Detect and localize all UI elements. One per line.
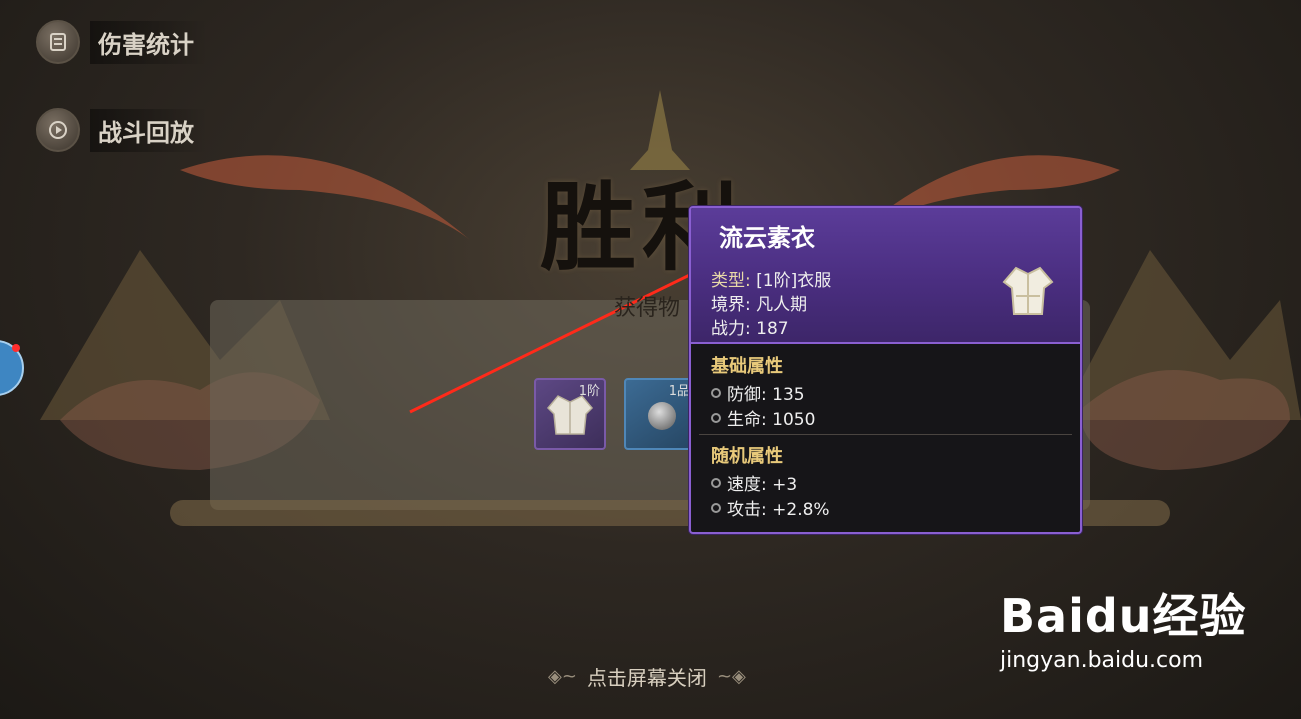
damage-stats-label: 伤害统计 <box>90 20 208 64</box>
replay-icon <box>36 108 80 152</box>
ornament-left-icon: ◈~ <box>548 666 577 687</box>
item-realm-row: 境界: 凡人期 <box>711 290 807 315</box>
item-tooltip: 流云素衣 类型: [1阶]衣服 境界: 凡人期 战力: 187 基础属性 防御: <box>689 206 1082 534</box>
close-screen-hint[interactable]: ◈~ 点击屏幕关闭 ~◈ <box>548 662 746 691</box>
random-attribute: 速度: +3 <box>711 470 797 495</box>
ornament-right-icon: ~◈ <box>716 666 746 687</box>
base-attribute-text: 防御: 135 <box>727 385 805 405</box>
tooltip-header: 流云素衣 类型: [1阶]衣服 境界: 凡人期 战力: 187 <box>691 208 1080 344</box>
reward-item-robe[interactable]: 1阶 <box>534 378 606 450</box>
baidu-watermark: Baidu经验 jingyan.baidu.com <box>1000 580 1247 673</box>
base-attributes-title: 基础属性 <box>711 356 783 377</box>
item-power-value: 187 <box>756 319 789 339</box>
watermark-brand: Baidu经验 <box>1000 589 1247 643</box>
section-divider <box>699 434 1072 435</box>
item-grade-tag: 1品 <box>668 384 690 399</box>
base-attribute: 生命: 1050 <box>711 405 815 430</box>
battle-replay-button[interactable]: 战斗回放 <box>36 108 208 152</box>
random-attribute-text: 速度: +3 <box>727 475 798 495</box>
watermark-url: jingyan.baidu.com <box>1000 648 1204 673</box>
item-type-row: 类型: [1阶]衣服 <box>711 266 831 291</box>
random-attribute: 攻击: +2.8% <box>711 495 830 520</box>
orb-icon <box>648 402 676 430</box>
bullet-icon <box>711 412 721 423</box>
item-type-key: 类型: <box>711 271 751 291</box>
left-ribbon <box>180 155 470 240</box>
close-hint-label: 点击屏幕关闭 <box>586 666 707 690</box>
damage-stats-button[interactable]: 伤害统计 <box>36 20 208 64</box>
bullet-icon <box>711 502 721 513</box>
item-realm-key: 境界: <box>711 295 751 315</box>
item-realm-value: 凡人期 <box>756 295 808 315</box>
item-type-value: [1阶]衣服 <box>756 271 832 291</box>
item-power-row: 战力: 187 <box>711 314 789 339</box>
item-power-key: 战力: <box>711 319 751 339</box>
battle-replay-label: 战斗回放 <box>90 108 208 152</box>
base-attribute-text: 生命: 1050 <box>727 410 816 430</box>
base-attribute: 防御: 135 <box>711 380 805 405</box>
rewards-subtitle: 获得物 <box>614 296 681 321</box>
scroll-icon <box>36 20 80 64</box>
bullet-icon <box>711 387 721 398</box>
reward-item-orb[interactable]: 1品 <box>624 378 696 450</box>
item-name: 流云素衣 <box>719 224 815 252</box>
robe-icon <box>1002 266 1054 315</box>
bullet-icon <box>711 477 721 488</box>
robe-icon <box>546 395 594 435</box>
random-attribute-text: 攻击: +2.8% <box>727 500 830 520</box>
notification-dot-icon <box>12 344 20 352</box>
random-attributes-title: 随机属性 <box>711 446 783 467</box>
game-scene[interactable]: 伤害统计 战斗回放 胜利 获得物 1阶 1品 流云素衣 类型: [1阶]衣服 境… <box>0 0 1301 719</box>
